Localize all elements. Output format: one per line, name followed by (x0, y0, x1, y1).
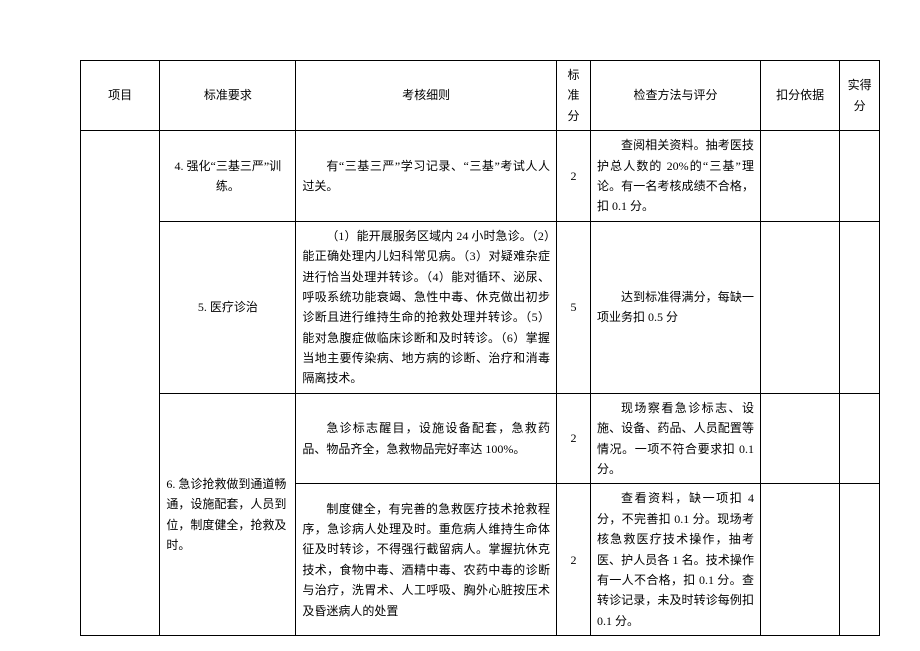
cell-standard: 5. 医疗诊治 (160, 221, 296, 393)
header-detail: 考核细则 (296, 61, 557, 131)
cell-detail: 有“三基三严”学习记录、“三基”考试人人过关。 (296, 131, 557, 222)
header-standard: 标准要求 (160, 61, 296, 131)
cell-check: 查看资料，缺一项扣 4 分，不完善扣 0.1 分。现场考核急救医疗技术操作，抽考… (590, 484, 760, 636)
cell-basis (760, 393, 839, 484)
cell-project-empty (81, 131, 160, 636)
header-check: 检查方法与评分 (590, 61, 760, 131)
cell-standard: 4. 强化“三基三严”训练。 (160, 131, 296, 222)
cell-basis (760, 221, 839, 393)
table-header-row: 项目 标准要求 考核细则 标准分 检查方法与评分 扣分依据 实得分 (81, 61, 880, 131)
cell-actual (840, 221, 880, 393)
cell-basis (760, 131, 839, 222)
header-actual: 实得分 (840, 61, 880, 131)
assessment-table: 项目 标准要求 考核细则 标准分 检查方法与评分 扣分依据 实得分 4. 强化“… (80, 60, 880, 636)
table-row: 5. 医疗诊治 （1）能开展服务区域内 24 小时急诊。（2）能正确处理内儿妇科… (81, 221, 880, 393)
cell-check: 查阅相关资料。抽考医技护总人数的 20%的“三基”理论。有一名考核成绩不合格，扣… (590, 131, 760, 222)
cell-actual (840, 393, 880, 484)
cell-detail: 制度健全，有完善的急救医疗技术抢救程序，急诊病人处理及时。重危病人维持生命体征及… (296, 484, 557, 636)
cell-score: 5 (556, 221, 590, 393)
header-score: 标准分 (556, 61, 590, 131)
cell-actual (840, 131, 880, 222)
header-project: 项目 (81, 61, 160, 131)
table-row: 4. 强化“三基三严”训练。 有“三基三严”学习记录、“三基”考试人人过关。 2… (81, 131, 880, 222)
cell-standard: 6. 急诊抢救做到通道畅通，设施配套，人员到位，制度健全，抢救及时。 (160, 393, 296, 635)
header-basis: 扣分依据 (760, 61, 839, 131)
cell-detail: 急诊标志醒目，设施设备配套，急救药品、物品齐全，急救物品完好率达 100%。 (296, 393, 557, 484)
cell-check: 达到标准得满分，每缺一项业务扣 0.5 分 (590, 221, 760, 393)
cell-score: 2 (556, 131, 590, 222)
cell-detail: （1）能开展服务区域内 24 小时急诊。（2）能正确处理内儿妇科常见病。（3）对… (296, 221, 557, 393)
table-row: 6. 急诊抢救做到通道畅通，设施配套，人员到位，制度健全，抢救及时。 急诊标志醒… (81, 393, 880, 484)
cell-basis (760, 484, 839, 636)
cell-score: 2 (556, 393, 590, 484)
cell-check: 现场察看急诊标志、设施、设备、药品、人员配置等情况。一项不符合要求扣 0.1 分… (590, 393, 760, 484)
cell-score: 2 (556, 484, 590, 636)
cell-actual (840, 484, 880, 636)
